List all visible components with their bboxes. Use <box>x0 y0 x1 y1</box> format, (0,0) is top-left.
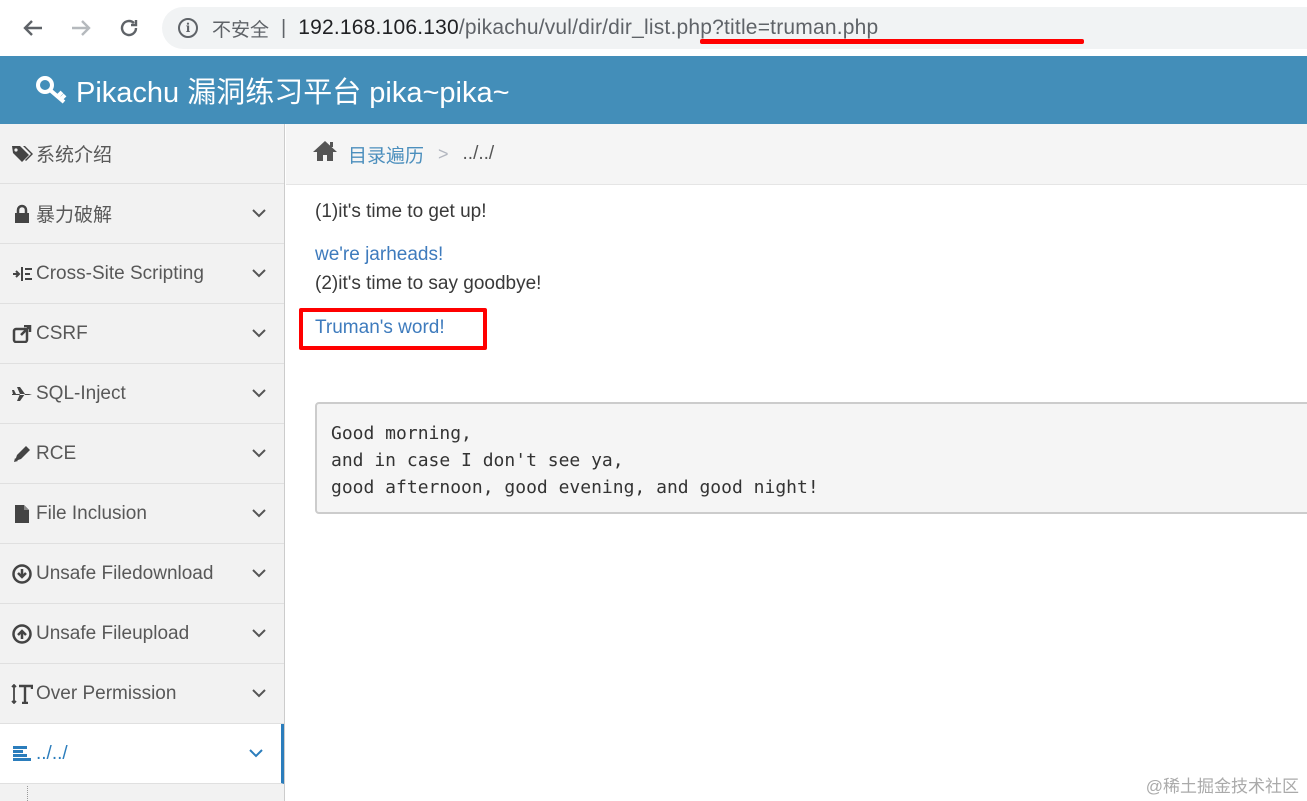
watermark: @稀土掘金技术社区 <box>1145 777 1299 796</box>
sidebar-item-csrf[interactable]: CSRF <box>0 304 284 364</box>
sidebar-item-sql-inject[interactable]: SQL-Inject <box>0 364 284 424</box>
chevron-down-icon[interactable] <box>250 384 268 402</box>
app-header: Pikachu 漏洞练习平台 pika~pika~ <box>0 56 1307 124</box>
breadcrumb-current: ../../ <box>462 143 495 164</box>
url-path: /pikachu/vul/dir/dir_list.php?title=trum… <box>458 16 879 39</box>
chevron-down-icon[interactable] <box>250 624 268 642</box>
download-circle-icon <box>10 563 34 584</box>
url-highlight-underline <box>700 39 1084 44</box>
info-icon[interactable]: i <box>178 18 198 38</box>
sidebar-item-label: ../../ <box>36 742 68 764</box>
reload-icon[interactable] <box>113 12 145 44</box>
security-label: 不安全 <box>212 19 270 41</box>
chevron-down-icon[interactable] <box>250 684 268 702</box>
url-text[interactable]: 192.168.106.130/pikachu/vul/dir/dir_list… <box>298 16 878 40</box>
sidebar-item-label: 系统介绍 <box>36 145 113 166</box>
submenu-dots <box>27 786 28 801</box>
forward-arrow-icon[interactable] <box>65 12 97 44</box>
pencil-icon <box>10 444 34 464</box>
file-icon <box>10 504 34 524</box>
url-host: 192.168.106.130 <box>298 16 459 39</box>
quote-block: Good morning, and in case I don't see ya… <box>315 402 1307 514</box>
app-title[interactable]: Pikachu 漏洞练习平台 pika~pika~ <box>76 69 510 111</box>
sidebar-item-label: RCE <box>36 442 77 464</box>
indent-icon <box>10 265 34 283</box>
sidebar-item-over-permission[interactable]: Over Permission <box>0 664 284 724</box>
tags-icon <box>10 145 34 163</box>
chevron-down-icon[interactable] <box>250 204 268 222</box>
sidebar-item-label: Over Permission <box>36 682 177 704</box>
breadcrumb-separator: > <box>438 143 449 164</box>
jarheads-link[interactable]: we're jarheads! <box>315 244 443 266</box>
sidebar-item-unsafe-fileupload[interactable]: Unsafe Fileupload <box>0 604 284 664</box>
chevron-down-icon[interactable] <box>250 504 268 522</box>
sidebar-item-label: File Inclusion <box>36 502 147 524</box>
sidebar-item-label: Cross-Site Scripting <box>36 262 204 284</box>
upload-circle-icon <box>10 623 34 644</box>
content-line-1: (1)it's time to get up! <box>315 201 487 222</box>
plane-icon <box>10 386 34 402</box>
content-line-2: (2)it's time to say goodbye! <box>315 273 542 294</box>
breadcrumb-link[interactable]: 目录遍历 <box>348 141 424 168</box>
sidebar-item-file-inclusion[interactable]: File Inclusion <box>0 484 284 544</box>
sidebar-item-brute-force[interactable]: 暴力破解 <box>0 184 284 244</box>
text-height-icon <box>10 683 34 704</box>
sidebar-item-unsafe-filedownload[interactable]: Unsafe Filedownload <box>0 544 284 604</box>
chevron-down-icon[interactable] <box>250 444 268 462</box>
chevron-down-icon[interactable] <box>250 564 268 582</box>
back-arrow-icon[interactable] <box>17 12 49 44</box>
sidebar-item-rce[interactable]: RCE <box>0 424 284 484</box>
sidebar-item-dir-traversal[interactable]: ../../ <box>0 724 284 784</box>
sidebar: 系统介绍 暴力破解 Cross-Site Scripting CSRF SQL-… <box>0 124 285 801</box>
chevron-down-icon[interactable] <box>250 324 268 342</box>
chevron-down-icon[interactable] <box>250 264 268 282</box>
sidebar-item-label: CSRF <box>36 322 88 344</box>
sidebar-item-intro[interactable]: 系统介绍 <box>0 124 284 184</box>
sidebar-item-label: Unsafe Filedownload <box>36 562 214 584</box>
key-icon <box>36 75 70 105</box>
chevron-down-icon[interactable] <box>247 744 265 762</box>
highlight-box <box>299 308 487 350</box>
url-separator: | <box>281 16 287 39</box>
lock-icon <box>10 204 34 224</box>
sidebar-item-label: SQL-Inject <box>36 382 126 404</box>
align-left-icon <box>10 745 34 763</box>
sidebar-item-label: Unsafe Fileupload <box>36 622 190 644</box>
share-icon <box>10 324 34 343</box>
sidebar-item-xss[interactable]: Cross-Site Scripting <box>0 244 284 304</box>
home-icon[interactable] <box>312 140 338 168</box>
browser-toolbar: i 不安全 | 192.168.106.130/pikachu/vul/dir/… <box>0 0 1307 56</box>
breadcrumb: 目录遍历 > ../../ <box>286 124 1307 185</box>
sidebar-item-label: 暴力破解 <box>36 205 113 226</box>
